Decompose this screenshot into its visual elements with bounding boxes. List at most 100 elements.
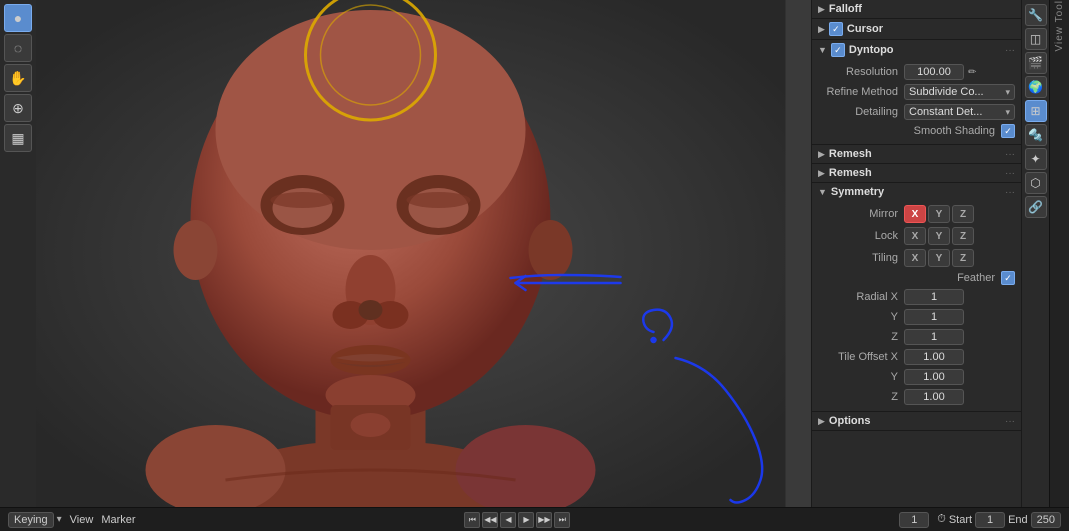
resolution-pen-icon[interactable]: ✏ <box>968 67 976 78</box>
tiling-y-btn[interactable]: Y <box>928 249 950 267</box>
tools-icon-btn[interactable]: 🔧 <box>1025 4 1047 26</box>
dyntopo-arrow: ▼ <box>818 45 827 55</box>
falloff-arrow: ▶ <box>818 4 825 15</box>
tiling-x-btn[interactable]: X <box>904 249 926 267</box>
options-arrow: ▶ <box>818 416 825 427</box>
object-data-icon-btn[interactable]: ⊞ <box>1025 100 1047 122</box>
start-value-display[interactable]: 1 <box>975 512 1005 528</box>
resolution-value[interactable]: 100.00 <box>904 64 964 80</box>
mirror-z-btn[interactable]: Z <box>952 205 974 223</box>
tile-offset-y-label: Y <box>818 371 898 383</box>
view-item[interactable]: View <box>70 514 94 526</box>
smooth-shading-row: Smooth Shading ✓ <box>812 122 1021 140</box>
scene-icon-btn[interactable]: 🎬 <box>1025 52 1047 74</box>
options-dots: ··· <box>1005 416 1015 427</box>
symmetry-arrow: ▼ <box>818 187 827 197</box>
marker-label[interactable]: Marker <box>101 514 135 526</box>
mirror-x-btn[interactable]: X <box>904 205 926 223</box>
cursor-header[interactable]: ▶ ✓ Cursor <box>812 19 1021 39</box>
playback-controls: ⏮ ◀◀ ◀ ▶ ▶▶ ⏭ <box>464 512 570 528</box>
lock-z-btn[interactable]: Z <box>952 227 974 245</box>
detailing-row: Detailing Constant Det... ▾ <box>812 102 1021 122</box>
symmetry-section: ▼ Symmetry ··· Mirror X Y Z Lock X Y Z <box>812 183 1021 412</box>
view-layer-icon-btn[interactable]: ◫ <box>1025 28 1047 50</box>
physics-icon-btn[interactable]: ⬡ <box>1025 172 1047 194</box>
frame-current-display[interactable]: 1 <box>899 512 929 528</box>
start-label: Start <box>949 514 972 526</box>
bottom-bar: Keying ▾ View Marker ⏮ ◀◀ ◀ ▶ ▶▶ ⏭ 1 ⏱ S… <box>0 507 1069 531</box>
refine-method-chevron-icon: ▾ <box>1005 87 1010 98</box>
lock-row: Lock X Y Z <box>812 225 1021 247</box>
dyntopo-header[interactable]: ▼ ✓ Dyntopo ··· <box>812 40 1021 60</box>
jump-start-btn[interactable]: ⏮ <box>464 512 480 528</box>
resolution-row: Resolution 100.00 ✏ <box>812 62 1021 82</box>
falloff-title: Falloff <box>829 3 1015 15</box>
remesh2-header[interactable]: ▶ Remesh ··· <box>812 164 1021 182</box>
detailing-value[interactable]: Constant Det... ▾ <box>904 104 1015 120</box>
radial-x-row: Radial X 1 <box>812 287 1021 307</box>
remesh1-title: Remesh <box>829 148 1005 160</box>
viewport[interactable]: ● ◌ ✋ ⊕ ▦ <box>0 0 811 507</box>
remesh2-section: ▶ Remesh ··· <box>812 164 1021 183</box>
symmetry-header[interactable]: ▼ Symmetry ··· <box>812 183 1021 201</box>
remesh1-section: ▶ Remesh ··· <box>812 145 1021 164</box>
modifier-icon-btn[interactable]: 🔩 <box>1025 124 1047 146</box>
step-back-btn[interactable]: ◀ <box>500 512 516 528</box>
symmetry-body: Mirror X Y Z Lock X Y Z Tiling X Y Z <box>812 201 1021 411</box>
refine-method-value[interactable]: Subdivide Co... ▾ <box>904 84 1015 100</box>
smooth-tool-btn[interactable]: ◌ <box>4 34 32 62</box>
radial-z-value[interactable]: 1 <box>904 329 964 345</box>
symmetry-dots: ··· <box>1005 187 1015 198</box>
prev-keyframe-btn[interactable]: ◀◀ <box>482 512 498 528</box>
tile-offset-x-value[interactable]: 1.00 <box>904 349 964 365</box>
radial-x-value[interactable]: 1 <box>904 289 964 305</box>
timing-item: ⏱ Start 1 End 250 <box>937 512 1061 528</box>
marker-item[interactable]: Marker <box>101 514 135 526</box>
mirror-label: Mirror <box>818 208 898 220</box>
feather-checkbox[interactable]: ✓ <box>1001 271 1015 285</box>
keying-btn[interactable]: Keying <box>8 512 54 528</box>
radial-z-row: Z 1 <box>812 327 1021 347</box>
radial-y-label: Y <box>818 311 898 323</box>
jump-end-btn[interactable]: ⏭ <box>554 512 570 528</box>
mirror-y-btn[interactable]: Y <box>928 205 950 223</box>
tile-offset-z-row: Z 1.00 <box>812 387 1021 407</box>
right-panel: ▶ Falloff ▶ ✓ Cursor ▼ ✓ Dyntopo ··· <box>811 0 1021 507</box>
detailing-label: Detailing <box>818 106 898 118</box>
tile-offset-y-value[interactable]: 1.00 <box>904 369 964 385</box>
grab-tool-btn[interactable]: ✋ <box>4 64 32 92</box>
options-section: ▶ Options ··· <box>812 412 1021 431</box>
options-title: Options <box>829 415 1005 427</box>
frame-current-item: 1 <box>899 512 929 528</box>
tile-offset-z-label: Z <box>818 391 898 403</box>
radial-y-value[interactable]: 1 <box>904 309 964 325</box>
end-label: End <box>1008 514 1028 526</box>
particles-icon-btn[interactable]: ✦ <box>1025 148 1047 170</box>
dyntopo-dots: ··· <box>1005 45 1015 56</box>
end-value-display[interactable]: 250 <box>1031 512 1061 528</box>
far-right-view-label: View <box>1054 26 1065 56</box>
smooth-shading-checkbox[interactable]: ✓ <box>1001 124 1015 138</box>
tile-offset-z-value[interactable]: 1.00 <box>904 389 964 405</box>
lock-x-btn[interactable]: X <box>904 227 926 245</box>
cursor-checkbox[interactable]: ✓ <box>829 22 843 36</box>
mirror-row: Mirror X Y Z <box>812 203 1021 225</box>
dyntopo-section: ▼ ✓ Dyntopo ··· Resolution 100.00 ✏ Refi… <box>812 40 1021 145</box>
layer-tool-btn[interactable]: ▦ <box>4 124 32 152</box>
lock-y-btn[interactable]: Y <box>928 227 950 245</box>
remesh1-header[interactable]: ▶ Remesh ··· <box>812 145 1021 163</box>
symmetry-title: Symmetry <box>831 186 1005 198</box>
view-label[interactable]: View <box>70 514 94 526</box>
falloff-header[interactable]: ▶ Falloff <box>812 0 1021 18</box>
dyntopo-checkbox[interactable]: ✓ <box>831 43 845 57</box>
step-forward-btn[interactable]: ▶▶ <box>536 512 552 528</box>
play-btn[interactable]: ▶ <box>518 512 534 528</box>
multi-tool-btn[interactable]: ⊕ <box>4 94 32 122</box>
world-icon-btn[interactable]: 🌍 <box>1025 76 1047 98</box>
constraints-icon-btn[interactable]: 🔗 <box>1025 196 1047 218</box>
draw-tool-btn[interactable]: ● <box>4 4 32 32</box>
options-header[interactable]: ▶ Options ··· <box>812 412 1021 430</box>
dyntopo-body: Resolution 100.00 ✏ Refine Method Subdiv… <box>812 60 1021 144</box>
remesh1-arrow: ▶ <box>818 149 825 160</box>
tiling-z-btn[interactable]: Z <box>952 249 974 267</box>
